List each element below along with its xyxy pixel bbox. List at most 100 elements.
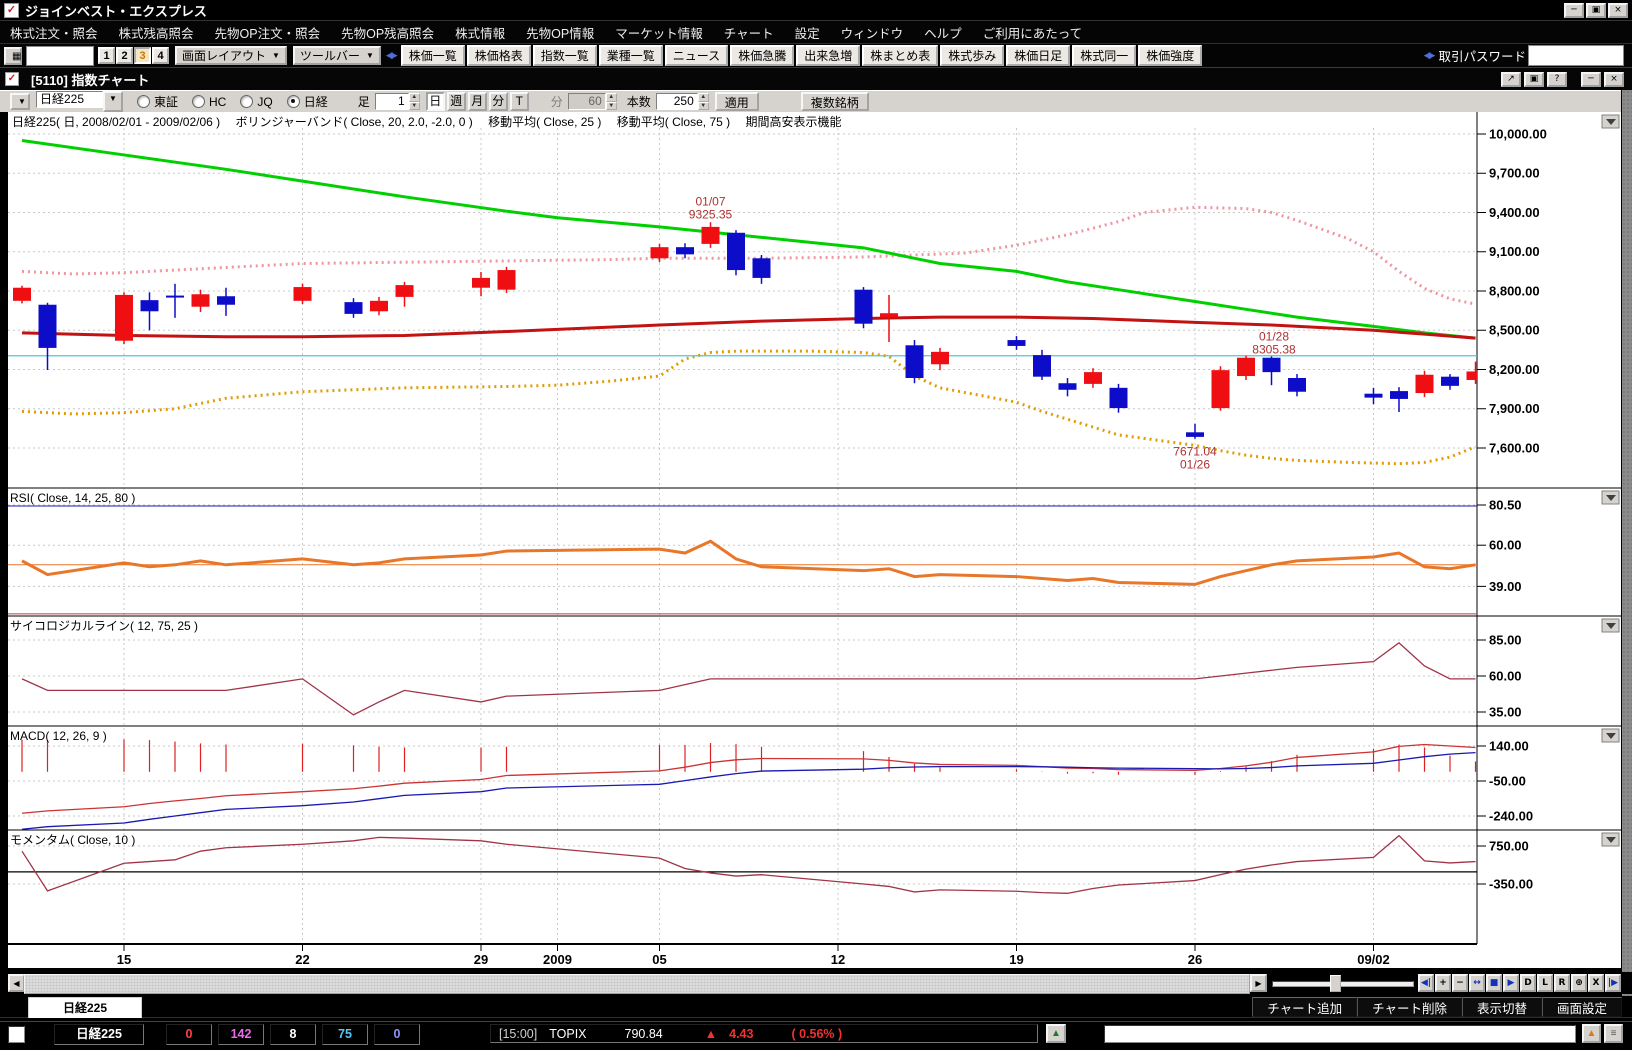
quick-button-10[interactable]: 株式同一 [1072, 45, 1136, 66]
collapse-arrows-icon[interactable]: ◀▶ [1424, 50, 1434, 61]
quick-button-4[interactable]: ニュース [665, 45, 728, 66]
preset-button-1[interactable]: 1 [98, 47, 115, 64]
scroll-tool-3[interactable]: ↔ [1469, 974, 1485, 992]
scroll-up-icon[interactable]: ▲ [1582, 1024, 1601, 1043]
menu-item-5[interactable]: 先物OP情報 [526, 23, 594, 42]
menu-item-3[interactable]: 先物OP残高照会 [341, 23, 434, 42]
chevron-down-icon[interactable]: ▼ [103, 91, 123, 112]
scroll-left-icon[interactable]: ◀ [8, 974, 25, 992]
collapse-arrows-icon[interactable]: ◀▶ [386, 50, 396, 61]
bars-value[interactable]: 250 [656, 93, 698, 110]
ashi-stepper[interactable]: 1 ▲▼ [375, 93, 420, 110]
list-icon[interactable]: ≡ [1604, 1024, 1623, 1043]
expand-up-icon[interactable]: ▲ [1046, 1024, 1066, 1043]
ashi-value[interactable]: 1 [375, 93, 409, 110]
quick-button-7[interactable]: 株まとめ表 [862, 45, 938, 66]
close-button[interactable]: × [1604, 72, 1624, 87]
radio-icon[interactable] [137, 95, 150, 108]
period-button-T[interactable]: T [510, 92, 529, 111]
quick-button-8[interactable]: 株式歩み [940, 45, 1004, 66]
scrollbar-thumb[interactable] [24, 974, 1250, 994]
svg-text:-50.00: -50.00 [1489, 773, 1526, 788]
menu-item-7[interactable]: チャート [724, 23, 774, 42]
radio-icon[interactable] [192, 95, 205, 108]
market-radio-東証[interactable]: 東証 [137, 93, 178, 110]
scroll-tool-1[interactable]: + [1435, 974, 1451, 992]
minimize-button[interactable]: ─ [1581, 72, 1601, 87]
symbol-combo[interactable]: 日経225 ▼ [36, 91, 123, 112]
restore-button[interactable]: ▣ [1586, 3, 1606, 18]
quick-button-3[interactable]: 業種一覧 [599, 45, 663, 66]
menu-item-6[interactable]: マーケット情報 [615, 23, 703, 42]
help-button[interactable]: ? [1547, 72, 1567, 87]
period-button-週[interactable]: 週 [447, 92, 466, 111]
period-button-分[interactable]: 分 [489, 92, 508, 111]
apply-button[interactable]: 適用 [715, 92, 759, 111]
quick-button-0[interactable]: 株価一覧 [401, 45, 465, 66]
zoom-slider-handle[interactable] [1330, 975, 1341, 992]
menu-item-0[interactable]: 株式注文・照会 [10, 23, 98, 42]
symbol-combo-value[interactable]: 日経225 [36, 91, 103, 108]
toolbar: ▦ 1234 画面レイアウト ▼ ツールバー ▼ ◀▶ 株価一覧株価格表指数一覧… [0, 43, 1632, 67]
menu-item-1[interactable]: 株式残高照会 [119, 23, 194, 42]
tab-nikkei225[interactable]: 日経225 [28, 997, 142, 1018]
quick-button-6[interactable]: 出来急増 [796, 45, 860, 66]
quick-button-9[interactable]: 株価日足 [1006, 45, 1070, 66]
scroll-tool-4[interactable]: ■ [1486, 974, 1502, 992]
chart-button-2[interactable]: 表示切替 [1462, 997, 1542, 1017]
market-radio-日経[interactable]: 日経 [287, 93, 328, 110]
scroll-tool-10[interactable]: X [1588, 974, 1604, 992]
spinner-icon[interactable]: ▲▼ [698, 93, 709, 110]
price-chart[interactable]: 15222920090512192609/0210,000.009,700.00… [0, 112, 1622, 970]
window-right-scrollbar[interactable] [1621, 90, 1632, 1016]
status-input[interactable] [1104, 1025, 1576, 1043]
preset-button-3[interactable]: 3 [134, 47, 151, 64]
quick-button-2[interactable]: 指数一覧 [533, 45, 597, 66]
market-radio-JQ[interactable]: JQ [240, 95, 272, 109]
close-button[interactable]: × [1608, 3, 1628, 18]
scroll-tool-7[interactable]: L [1537, 974, 1553, 992]
radio-icon[interactable] [240, 95, 253, 108]
chart-button-3[interactable]: 画面設定 [1542, 997, 1622, 1017]
scroll-tool-0[interactable]: ◀| [1418, 974, 1434, 992]
trade-password-input[interactable] [1528, 45, 1624, 66]
quick-button-11[interactable]: 株価強度 [1138, 45, 1202, 66]
scroll-tool-5[interactable]: ▶ [1503, 974, 1519, 992]
popout-button[interactable]: ↗ [1501, 72, 1521, 87]
menu-item-4[interactable]: 株式情報 [455, 23, 505, 42]
scroll-right-icon[interactable]: ▶ [1250, 974, 1267, 992]
market-radio-HC[interactable]: HC [192, 95, 226, 109]
screen-layout-button[interactable]: 画面レイアウト ▼ [175, 46, 287, 65]
radio-icon[interactable] [287, 95, 300, 108]
chart-button-1[interactable]: チャート削除 [1357, 997, 1462, 1017]
toolbar-input[interactable] [26, 46, 94, 66]
quick-button-1[interactable]: 株価格表 [467, 45, 531, 66]
period-button-日[interactable]: 日 [426, 92, 445, 111]
chart-button-0[interactable]: チャート追加 [1252, 997, 1357, 1017]
scroll-tool-2[interactable]: − [1452, 974, 1468, 992]
minimize-button[interactable]: ─ [1564, 3, 1584, 18]
menu-item-9[interactable]: ウィンドウ [841, 23, 904, 42]
spinner-icon[interactable]: ▲▼ [409, 93, 420, 110]
preset-button-2[interactable]: 2 [116, 47, 133, 64]
toolbar-dropdown-button[interactable]: ツールバー ▼ [293, 46, 381, 65]
menu-item-10[interactable]: ヘルプ [924, 23, 962, 42]
svg-text:12: 12 [831, 952, 845, 967]
zoom-slider[interactable] [1272, 981, 1414, 987]
scroll-tool-6[interactable]: D [1520, 974, 1536, 992]
quick-button-5[interactable]: 株価急騰 [730, 45, 794, 66]
scroll-tool-8[interactable]: R [1554, 974, 1570, 992]
period-button-月[interactable]: 月 [468, 92, 487, 111]
menu-item-11[interactable]: ご利用にあたって [983, 23, 1082, 42]
layout-grid-icon[interactable]: ▦ [4, 47, 22, 65]
menu-item-2[interactable]: 先物OP注文・照会 [215, 23, 321, 42]
menu-item-8[interactable]: 設定 [795, 23, 820, 42]
copy-button[interactable]: ▣ [1524, 72, 1544, 87]
multi-symbol-button[interactable]: 複数銘柄 [801, 92, 869, 111]
scroll-tool-9[interactable]: ⊕ [1571, 974, 1587, 992]
symbol-list-dropdown-icon[interactable]: ▼ [10, 93, 30, 110]
bars-stepper[interactable]: 250 ▲▼ [656, 93, 709, 110]
status-indicator [8, 1026, 25, 1043]
scroll-tool-11[interactable]: |▶ [1605, 974, 1621, 992]
preset-button-4[interactable]: 4 [152, 47, 169, 64]
